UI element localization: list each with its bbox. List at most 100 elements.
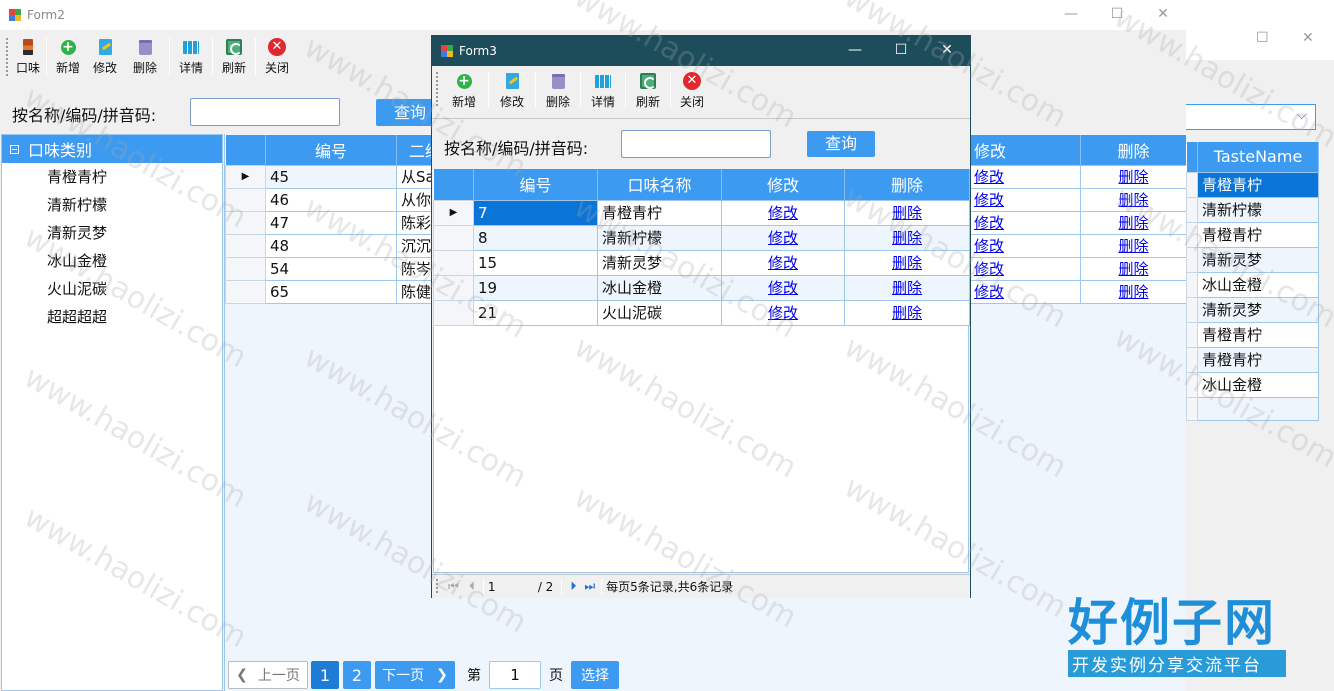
edit-link[interactable]: 修改 xyxy=(969,210,1081,235)
close-icon[interactable]: ✕ xyxy=(924,36,970,66)
delete-button[interactable]: 删除 xyxy=(125,38,165,76)
tree-item[interactable]: 超超超超 xyxy=(2,303,222,331)
row-header[interactable] xyxy=(433,274,474,301)
prev-page-button[interactable]: ❮ 上一页 xyxy=(228,661,308,689)
column-header[interactable]: 修改 xyxy=(969,135,1081,165)
delete-link[interactable]: 删除 xyxy=(1080,233,1187,258)
column-header[interactable]: 删除 xyxy=(844,169,970,200)
row-header[interactable] xyxy=(225,210,266,235)
select-button[interactable]: 选择 xyxy=(571,661,619,689)
tree-item[interactable]: 冰山金橙 xyxy=(2,247,222,275)
delete-link[interactable]: 删除 xyxy=(1080,210,1187,235)
search-input[interactable] xyxy=(190,98,340,126)
row-header[interactable] xyxy=(433,299,474,326)
column-header[interactable]: 编号 xyxy=(473,169,598,200)
edit-link[interactable]: 修改 xyxy=(969,233,1081,258)
table-row[interactable]: 8 清新柠檬 修改 删除 xyxy=(433,224,970,251)
current-page-input[interactable]: 1 xyxy=(488,580,534,594)
edit-link[interactable]: 修改 xyxy=(969,279,1081,304)
last-page-icon[interactable]: ⏭ xyxy=(584,579,595,594)
tree-item[interactable]: 火山泥碳 xyxy=(2,275,222,303)
table-row[interactable]: 19 冰山金橙 修改 删除 xyxy=(433,274,970,301)
detail-button[interactable]: 详情 xyxy=(174,38,208,76)
edit-button[interactable]: 修改 xyxy=(493,72,531,110)
table-row[interactable]: 青橙青柠 xyxy=(1186,221,1319,248)
edit-link[interactable]: 修改 xyxy=(721,249,845,276)
row-header[interactable] xyxy=(225,233,266,258)
table-row[interactable]: 21 火山泥碳 修改 删除 xyxy=(433,299,970,326)
delete-link[interactable]: 删除 xyxy=(844,274,970,301)
table-row[interactable]: 青橙青柠 xyxy=(1186,346,1319,373)
row-header[interactable] xyxy=(225,256,266,281)
edit-button[interactable]: 修改 xyxy=(85,38,125,76)
table-row[interactable]: 青橙青柠 xyxy=(1186,171,1319,198)
goto-page-input[interactable]: 1 xyxy=(489,661,541,689)
edit-link[interactable]: 修改 xyxy=(721,299,845,326)
close-button[interactable]: ✕ 关闭 xyxy=(675,72,709,110)
tree-item[interactable]: 清新灵梦 xyxy=(2,219,222,247)
column-header[interactable]: 删除 xyxy=(1080,135,1187,165)
first-page-icon[interactable]: ⏮ xyxy=(448,579,459,594)
page-button-1[interactable]: 1 xyxy=(311,661,339,689)
delete-button[interactable]: 删除 xyxy=(540,72,576,110)
edit-link[interactable]: 修改 xyxy=(969,164,1081,189)
back-maximize-icon[interactable]: ☐ xyxy=(1256,30,1269,46)
delete-link[interactable]: 删除 xyxy=(1080,164,1187,189)
edit-link[interactable]: 修改 xyxy=(969,187,1081,212)
tree-item[interactable]: 清新柠檬 xyxy=(2,191,222,219)
delete-link[interactable]: 删除 xyxy=(844,199,970,226)
close-button[interactable]: ✕ 关闭 xyxy=(260,38,294,76)
table-row[interactable] xyxy=(1186,396,1319,421)
delete-link[interactable]: 删除 xyxy=(844,249,970,276)
table-row[interactable]: 青橙青柠 xyxy=(1186,321,1319,348)
detail-button[interactable]: 详情 xyxy=(585,72,621,110)
delete-link[interactable]: 删除 xyxy=(844,224,970,251)
edit-link[interactable]: 修改 xyxy=(721,274,845,301)
minimize-icon[interactable]: — xyxy=(832,36,878,66)
delete-link[interactable]: 删除 xyxy=(1080,279,1187,304)
maximize-icon[interactable]: ☐ xyxy=(878,36,924,66)
row-pointer-icon[interactable]: ▶ xyxy=(433,199,474,226)
tree-root[interactable]: 口味类别 xyxy=(2,135,222,163)
back-dropdown[interactable]: ⌵ xyxy=(1186,104,1316,130)
row-header[interactable] xyxy=(225,187,266,212)
table-row[interactable]: ▶ 7 青橙青柠 修改 删除 xyxy=(433,199,970,226)
query-button[interactable]: 查询 xyxy=(807,131,875,157)
refresh-button[interactable]: 刷新 xyxy=(630,72,666,110)
table-row[interactable]: 冰山金橙 xyxy=(1186,271,1319,298)
table-row[interactable]: 冰山金橙 xyxy=(1186,371,1319,398)
page-button-2[interactable]: 2 xyxy=(343,661,371,689)
table-row[interactable]: 清新灵梦 xyxy=(1186,296,1319,323)
close-icon[interactable]: ✕ xyxy=(1140,0,1186,30)
row-header[interactable] xyxy=(433,224,474,251)
prev-record-icon[interactable]: ⏴ xyxy=(469,579,475,594)
delete-link[interactable]: 删除 xyxy=(1080,187,1187,212)
table-row[interactable]: 清新柠檬 xyxy=(1186,196,1319,223)
search-input[interactable] xyxy=(621,130,771,158)
edit-link[interactable]: 修改 xyxy=(721,224,845,251)
delete-link[interactable]: 删除 xyxy=(1080,256,1187,281)
taste-button[interactable]: 口味 xyxy=(14,38,42,76)
column-header[interactable]: TasteName xyxy=(1197,142,1319,172)
table-row[interactable]: 清新灵梦 xyxy=(1186,246,1319,273)
edit-link[interactable]: 修改 xyxy=(721,199,845,226)
collapse-icon[interactable] xyxy=(10,144,19,154)
back-close-icon[interactable]: ✕ xyxy=(1302,30,1314,46)
column-header[interactable]: 修改 xyxy=(721,169,845,200)
next-page-button[interactable]: 下一页 ❯ xyxy=(375,661,455,689)
next-record-icon[interactable]: ⏵ xyxy=(570,579,576,594)
tree-item[interactable]: 青橙青柠 xyxy=(2,163,222,191)
row-pointer-icon[interactable]: ▶ xyxy=(225,164,266,189)
column-header[interactable]: 口味名称 xyxy=(597,169,722,200)
table-row[interactable]: 15 清新灵梦 修改 删除 xyxy=(433,249,970,276)
add-button[interactable]: + 新增 xyxy=(444,72,484,110)
column-header[interactable]: 编号 xyxy=(265,135,397,165)
row-header[interactable] xyxy=(433,249,474,276)
delete-link[interactable]: 删除 xyxy=(844,299,970,326)
minimize-icon[interactable]: — xyxy=(1048,0,1094,30)
maximize-icon[interactable]: ☐ xyxy=(1094,0,1140,30)
row-header[interactable] xyxy=(225,279,266,304)
edit-link[interactable]: 修改 xyxy=(969,256,1081,281)
refresh-button[interactable]: 刷新 xyxy=(217,38,251,76)
add-button[interactable]: + 新增 xyxy=(51,38,85,76)
